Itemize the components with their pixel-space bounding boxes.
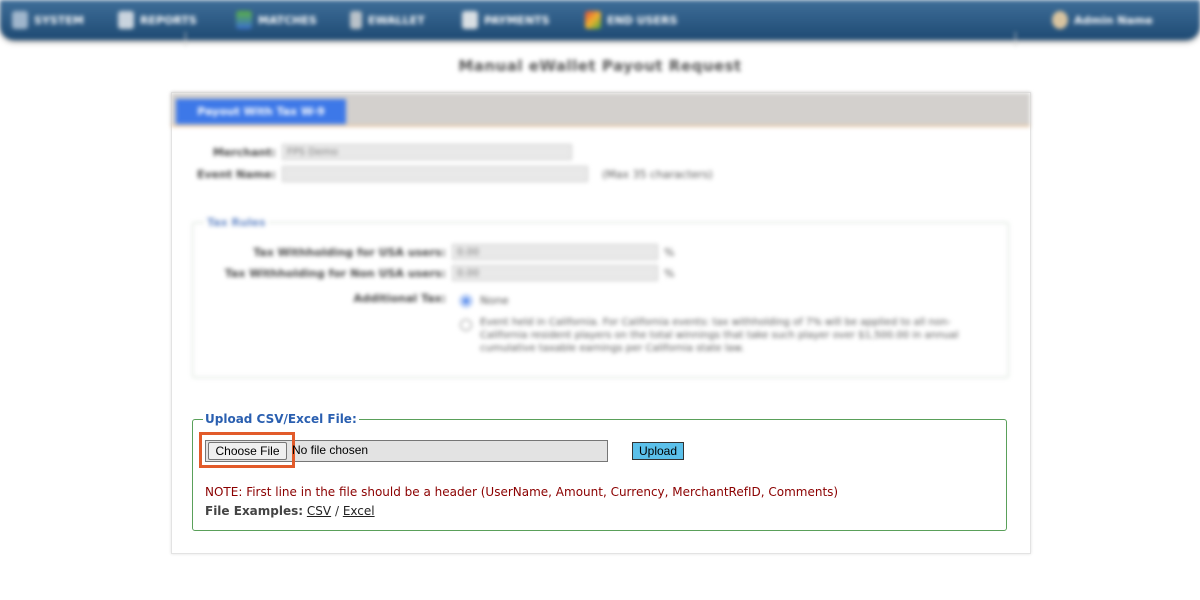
radio-none[interactable] bbox=[460, 295, 472, 307]
radio-california[interactable] bbox=[460, 319, 472, 331]
nav-item-system[interactable]: SYSTEM bbox=[12, 8, 84, 32]
nav-item-matches[interactable]: MATCHES bbox=[236, 8, 317, 32]
excel-example-link[interactable]: Excel bbox=[343, 504, 375, 518]
nav-item-payments[interactable]: PAYMENTS bbox=[462, 8, 550, 32]
upload-legend: Upload CSV/Excel File: bbox=[203, 412, 359, 426]
tax-usa-percent: % bbox=[664, 246, 675, 259]
radio-california-label: Event held in California. For California… bbox=[480, 317, 959, 354]
file-examples-label: File Examples: bbox=[205, 504, 304, 518]
event-name-label: Event Name: bbox=[196, 168, 276, 181]
nav-item-ewallet[interactable]: EWALLET bbox=[350, 8, 425, 32]
link-separator: / bbox=[334, 504, 339, 518]
upload-button[interactable]: Upload bbox=[632, 442, 684, 460]
top-nav-bar: SYSTEM REPORTS MATCHES EWALLET PAYMENTS … bbox=[0, 0, 1200, 40]
ewallet-icon bbox=[350, 11, 362, 29]
user-avatar-icon bbox=[1052, 11, 1068, 29]
tax-non-usa-label: Tax Withholding for Non USA users: bbox=[224, 267, 446, 280]
event-name-hint: (Max 35 characters) bbox=[602, 168, 713, 181]
matches-icon bbox=[236, 11, 252, 29]
tax-non-usa-input[interactable]: 0.00 bbox=[452, 265, 658, 281]
nav-item-end-users[interactable]: END USERS bbox=[585, 8, 677, 32]
system-icon bbox=[12, 11, 28, 29]
csv-example-link[interactable]: CSV bbox=[307, 504, 331, 518]
upload-note: NOTE: First line in the file should be a… bbox=[205, 485, 839, 499]
tax-usa-input[interactable]: 0.00 bbox=[452, 244, 658, 260]
merchant-label: Merchant: bbox=[212, 146, 276, 159]
payments-icon bbox=[462, 11, 478, 29]
radio-none-label: None bbox=[480, 294, 509, 307]
additional-tax-label: Additional Tax: bbox=[353, 292, 446, 305]
divider bbox=[185, 32, 186, 46]
tax-non-usa-percent: % bbox=[664, 267, 675, 280]
divider bbox=[1015, 32, 1016, 46]
tax-usa-label: Tax Withholding for USA users: bbox=[253, 246, 446, 259]
tab-payout-with-tax[interactable]: Payout With Tax W-9 bbox=[176, 99, 346, 124]
tax-rules-legend: Tax Rules bbox=[204, 216, 269, 229]
end-users-icon bbox=[585, 11, 601, 29]
user-menu[interactable]: Admin Name bbox=[1052, 8, 1153, 32]
reports-icon bbox=[118, 11, 134, 29]
highlight-box bbox=[199, 432, 295, 468]
event-name-input[interactable] bbox=[282, 166, 588, 182]
file-status-text: No file chosen bbox=[292, 443, 369, 457]
nav-item-reports[interactable]: REPORTS bbox=[118, 8, 197, 32]
page-title: Manual eWallet Payout Request bbox=[458, 57, 742, 75]
file-examples: File Examples: CSV / Excel bbox=[205, 504, 375, 518]
merchant-select[interactable]: FPS Demo bbox=[282, 144, 572, 160]
